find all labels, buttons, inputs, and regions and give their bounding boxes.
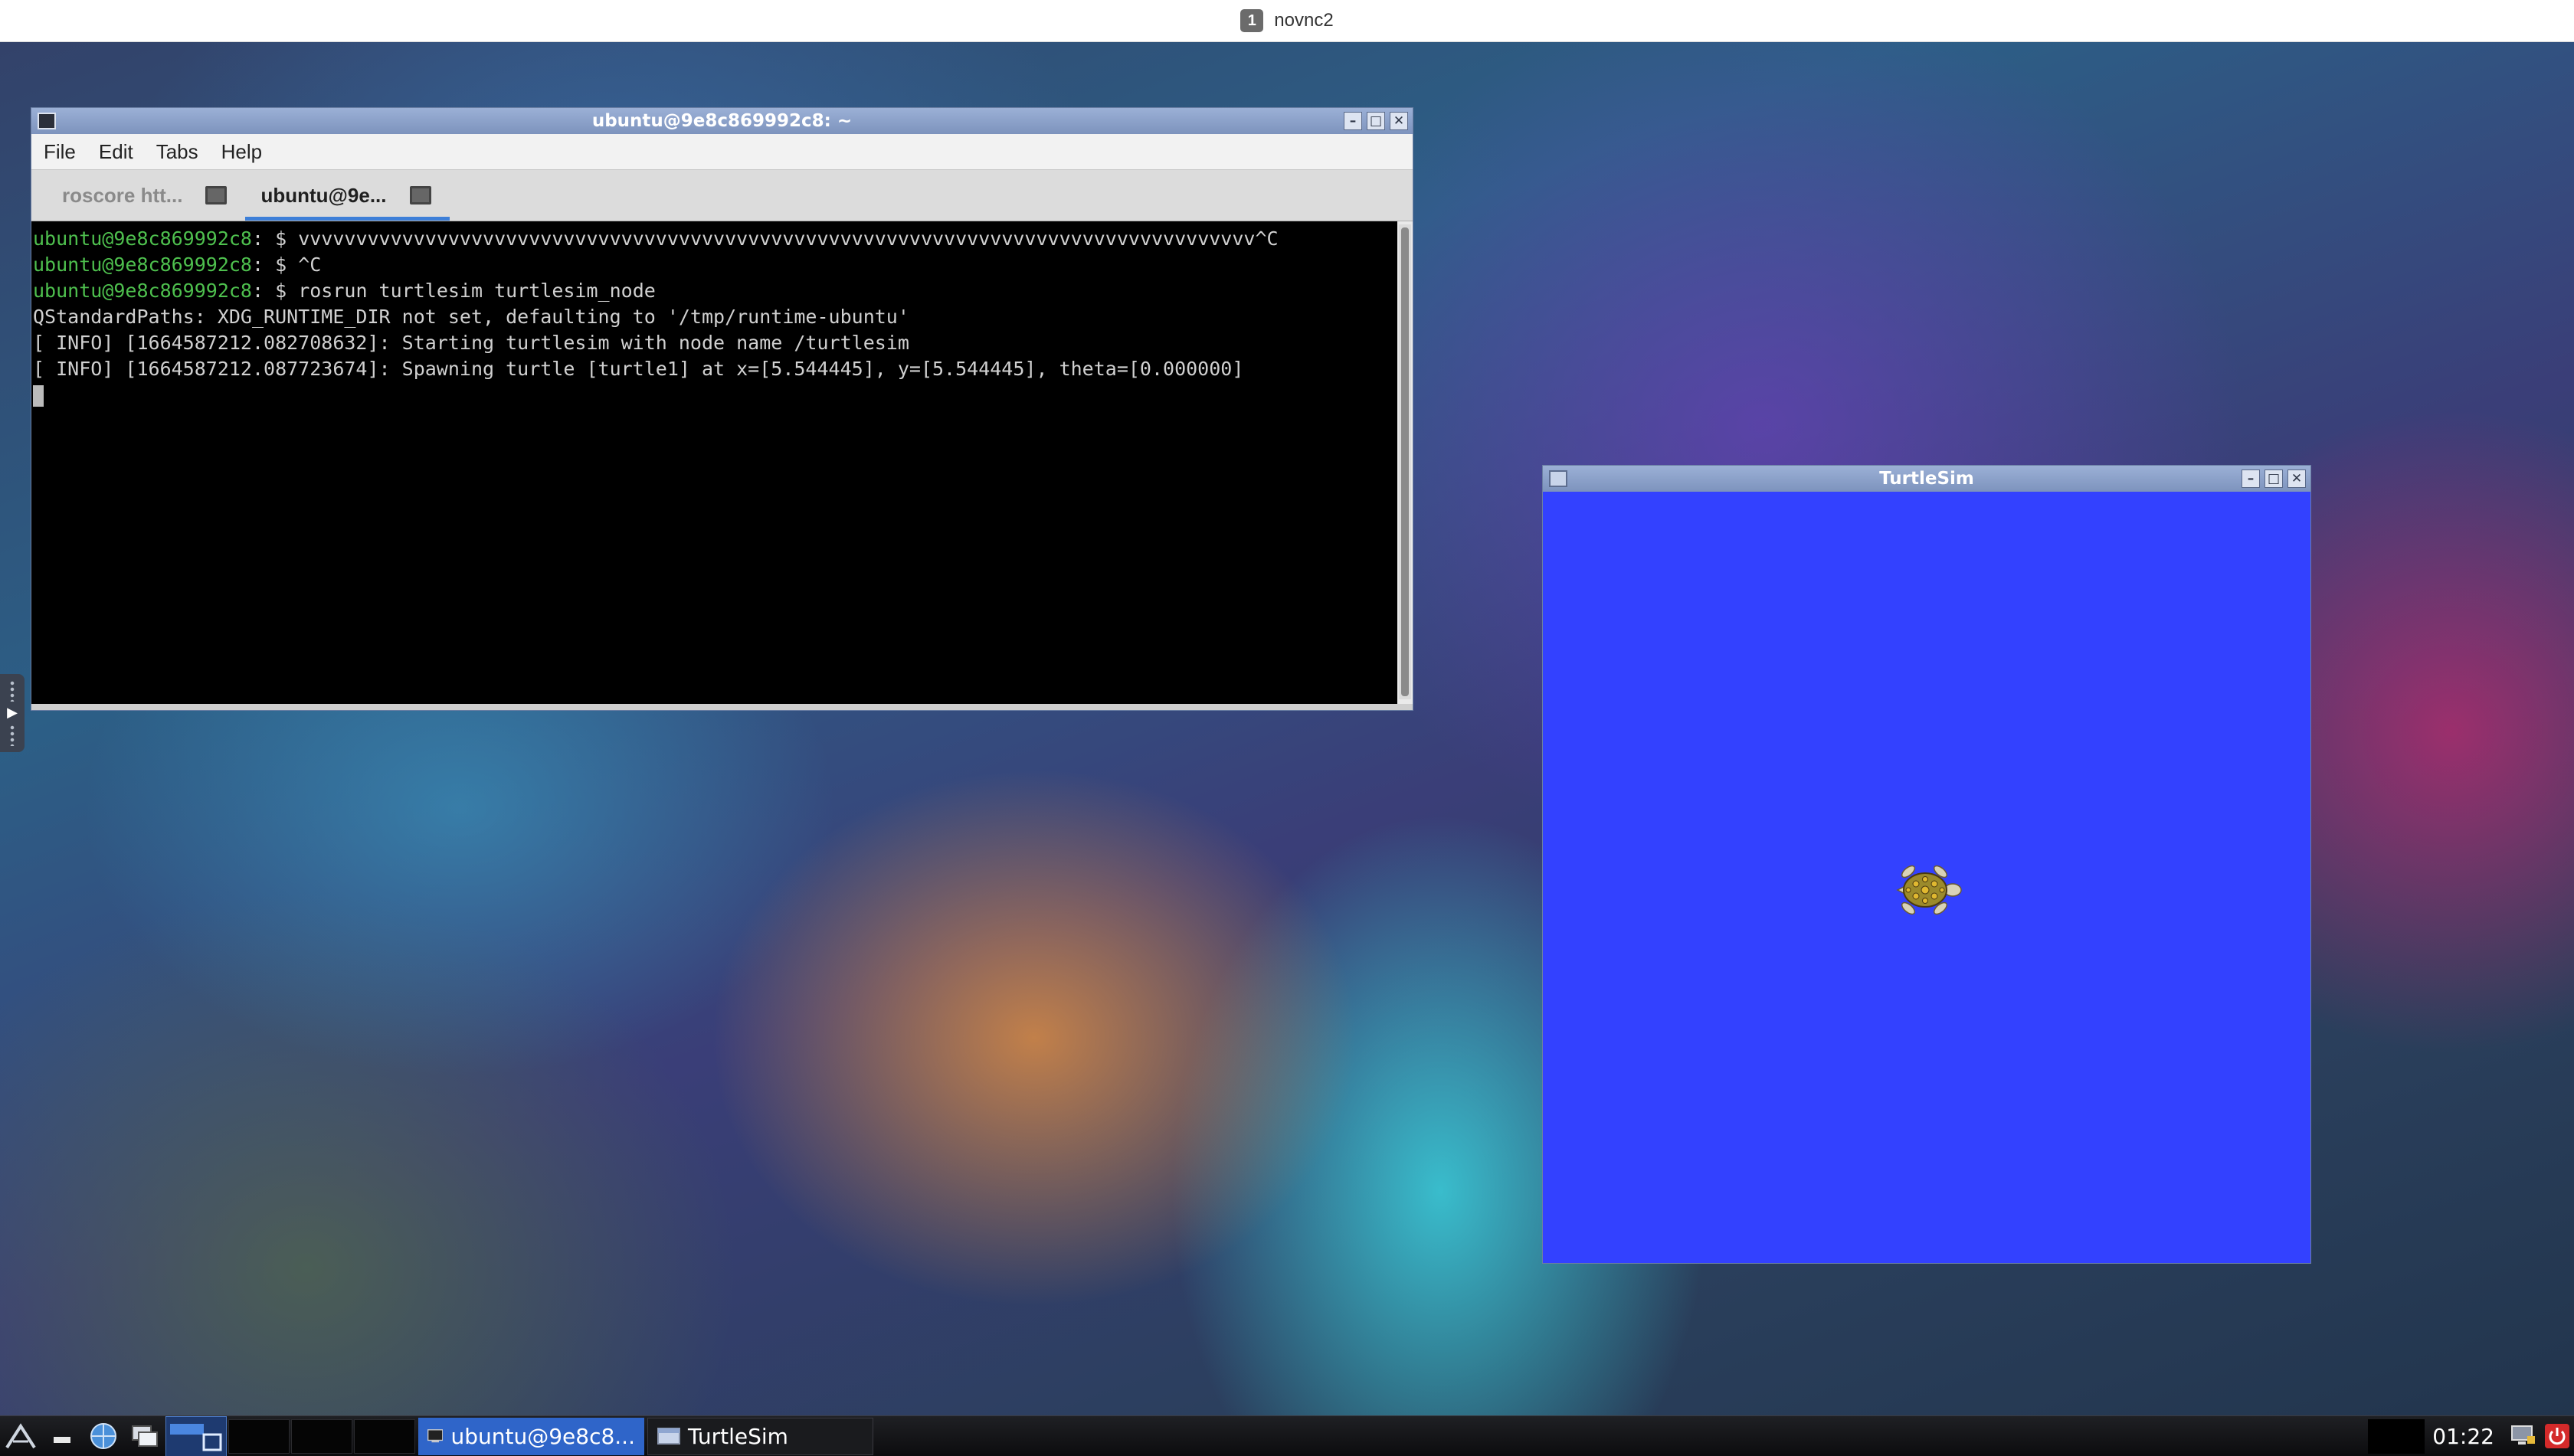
maximize-button[interactable]: □	[2265, 470, 2283, 488]
terminal-line: ubuntu@9e8c869992c8: $ rosrun turtlesim …	[33, 278, 1396, 304]
windows-icon	[132, 1425, 158, 1447]
tab-label: ubuntu@9e...	[260, 183, 387, 207]
vnc-tab-title[interactable]: novnc2	[1274, 10, 1333, 31]
show-desktop-button[interactable]	[41, 1416, 83, 1456]
taskbar-item-turtlesim[interactable]: TurtleSim	[647, 1417, 873, 1455]
terminal-vertical-scrollbar[interactable]	[1399, 224, 1411, 699]
workspace-switcher-icon[interactable]	[165, 1415, 227, 1456]
scrollbar-thumb[interactable]	[1401, 227, 1409, 696]
line-text: vvvvvvvvvvvvvvvvvvvvvvvvvvvvvvvvvvvvvvvv…	[298, 227, 1279, 250]
line-text: QStandardPaths: XDG_RUNTIME_DIR not set,…	[33, 306, 909, 328]
turtlesim-window-icon[interactable]	[1549, 470, 1567, 487]
taskbar-item-label: ubuntu@9e8c8...	[450, 1423, 635, 1449]
tab-roscore[interactable]: roscore htt...	[47, 170, 245, 221]
novnc-control-handle[interactable]: ▶	[0, 674, 25, 752]
tab-close-icon[interactable]	[409, 186, 431, 204]
turtle-icon	[1896, 865, 1962, 915]
grip-dots-icon	[8, 680, 16, 702]
terminal-menubar: File Edit Tabs Help	[31, 134, 1413, 169]
line-text: [ INFO] [1664587212.087723674]: Spawning…	[33, 358, 1244, 380]
minimize-button[interactable]: –	[2242, 470, 2260, 488]
tab-label: roscore htt...	[62, 183, 183, 207]
turtlesim-title: TurtleSim	[1879, 469, 1974, 489]
workspace-4[interactable]	[354, 1418, 415, 1454]
window-icon	[657, 1428, 680, 1445]
taskbar-item-terminal[interactable]: ubuntu@9e8c8...	[418, 1417, 644, 1455]
terminal-window[interactable]: ubuntu@9e8c869992c8: ~ – □ ✕ File Edit T…	[31, 107, 1413, 711]
prompt-text: ubuntu@9e8c869992c8	[33, 254, 252, 276]
terminal-line	[33, 382, 1396, 408]
prompt-text: ubuntu@9e8c869992c8	[33, 280, 252, 302]
browser-launcher[interactable]	[83, 1416, 124, 1456]
workspace-2[interactable]	[228, 1418, 290, 1454]
terminal-tab-bar: roscore htt... ubuntu@9e...	[31, 169, 1413, 221]
workspace-pager-icon	[170, 1424, 222, 1451]
maximize-button[interactable]: □	[1367, 112, 1385, 130]
monitor-lock-icon	[2511, 1425, 2535, 1445]
turtlesim-canvas	[1543, 492, 2310, 1263]
menu-tabs[interactable]: Tabs	[156, 140, 198, 164]
terminal-title: ubuntu@9e8c869992c8: ~	[591, 111, 853, 131]
tab-close-icon[interactable]	[205, 186, 228, 204]
terminal-titlebar[interactable]: ubuntu@9e8c869992c8: ~ – □ ✕	[31, 108, 1413, 134]
menu-help[interactable]: Help	[221, 140, 262, 164]
screen-lock-button[interactable]	[2507, 1416, 2540, 1456]
prompt-separator: : $	[251, 280, 299, 302]
globe-icon	[90, 1423, 116, 1449]
prompt-text: ubuntu@9e8c869992c8	[33, 227, 252, 250]
power-icon	[2545, 1424, 2569, 1448]
expand-arrow-icon: ▶	[7, 705, 18, 721]
line-text: rosrun turtlesim turtlesim_node	[298, 280, 656, 302]
vnc-tab-bar: 1 novnc2	[0, 0, 2574, 42]
menu-edit[interactable]: Edit	[99, 140, 133, 164]
line-text: [ INFO] [1664587212.082708632]: Starting…	[33, 332, 909, 354]
terminal-line: ubuntu@9e8c869992c8: $ vvvvvvvvvvvvvvvvv…	[33, 226, 1396, 252]
terminal-line: QStandardPaths: XDG_RUNTIME_DIR not set,…	[33, 304, 1396, 330]
close-button[interactable]: ✕	[1390, 112, 1408, 130]
desktop: ▶ ubuntu@9e8c869992c8: ~ – □ ✕ File Edit…	[0, 42, 2574, 1415]
tab-index-badge: 1	[1240, 9, 1264, 32]
tab-ubuntu[interactable]: ubuntu@9e...	[245, 170, 450, 221]
terminal-icon	[427, 1429, 444, 1443]
clock[interactable]: 01:22	[2432, 1424, 2494, 1449]
taskbar: ubuntu@9e8c8... TurtleSim 01:22	[0, 1415, 2574, 1456]
minimize-button[interactable]: –	[1344, 112, 1362, 130]
window-list-button[interactable]	[124, 1416, 165, 1456]
system-tray	[2368, 1418, 2425, 1454]
close-button[interactable]: ✕	[2287, 470, 2306, 488]
taskbar-item-label: TurtleSim	[688, 1423, 788, 1449]
grip-dots-icon	[8, 725, 16, 746]
logout-button[interactable]	[2540, 1416, 2574, 1456]
start-menu-icon	[5, 1423, 36, 1449]
terminal-horizontal-scrollbar[interactable]	[31, 704, 1413, 710]
terminal-line: [ INFO] [1664587212.082708632]: Starting…	[33, 330, 1396, 356]
turtlesim-window[interactable]: TurtleSim – □ ✕	[1542, 465, 2311, 1264]
terminal-line: ubuntu@9e8c869992c8: $ ^C	[33, 252, 1396, 278]
menu-file[interactable]: File	[44, 140, 76, 164]
workspace-3[interactable]	[291, 1418, 352, 1454]
turtlesim-titlebar[interactable]: TurtleSim – □ ✕	[1543, 466, 2310, 492]
terminal-window-icon[interactable]	[38, 113, 56, 129]
text-cursor	[33, 385, 44, 407]
prompt-separator: : $	[251, 227, 299, 250]
start-menu-button[interactable]	[0, 1416, 41, 1456]
minimize-all-icon	[54, 1437, 70, 1443]
line-text: ^C	[298, 254, 322, 276]
terminal-line: [ INFO] [1664587212.087723674]: Spawning…	[33, 356, 1396, 382]
terminal-output[interactable]: ubuntu@9e8c869992c8: $ vvvvvvvvvvvvvvvvv…	[31, 221, 1397, 704]
prompt-separator: : $	[251, 254, 299, 276]
